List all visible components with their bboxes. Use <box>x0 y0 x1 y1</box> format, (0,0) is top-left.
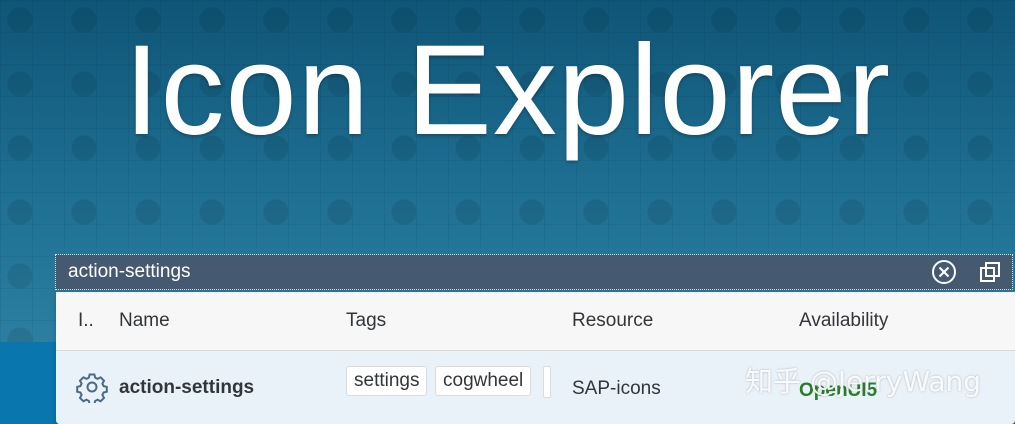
column-header-tags[interactable]: Tags <box>346 310 386 332</box>
column-header-name[interactable]: Name <box>119 310 170 332</box>
table-header: I.. Name Tags Resource Availability <box>56 292 1015 351</box>
tag-chip-overflow <box>543 366 551 398</box>
column-header-availability[interactable]: Availability <box>799 310 888 332</box>
column-header-resource[interactable]: Resource <box>572 310 653 332</box>
clear-icon <box>932 260 956 284</box>
watermark-text: 知乎 @JerryWang <box>745 365 982 398</box>
popout-icon <box>980 262 1000 282</box>
gear-icon <box>76 373 108 403</box>
tag-chip[interactable]: cogwheel <box>435 366 532 396</box>
search-bar[interactable] <box>55 254 1013 290</box>
page-title: Icon Explorer <box>123 19 892 162</box>
clear-search-button[interactable] <box>930 258 958 286</box>
column-header-icon[interactable]: I.. <box>78 310 94 332</box>
icon-name: action-settings <box>119 377 255 398</box>
icon-resource: SAP-icons <box>572 378 661 399</box>
open-in-new-window-button[interactable] <box>976 258 1004 286</box>
tag-chip[interactable]: settings <box>346 366 428 396</box>
results-table: I.. Name Tags Resource Availability acti… <box>56 292 1015 424</box>
search-input[interactable] <box>56 255 930 289</box>
